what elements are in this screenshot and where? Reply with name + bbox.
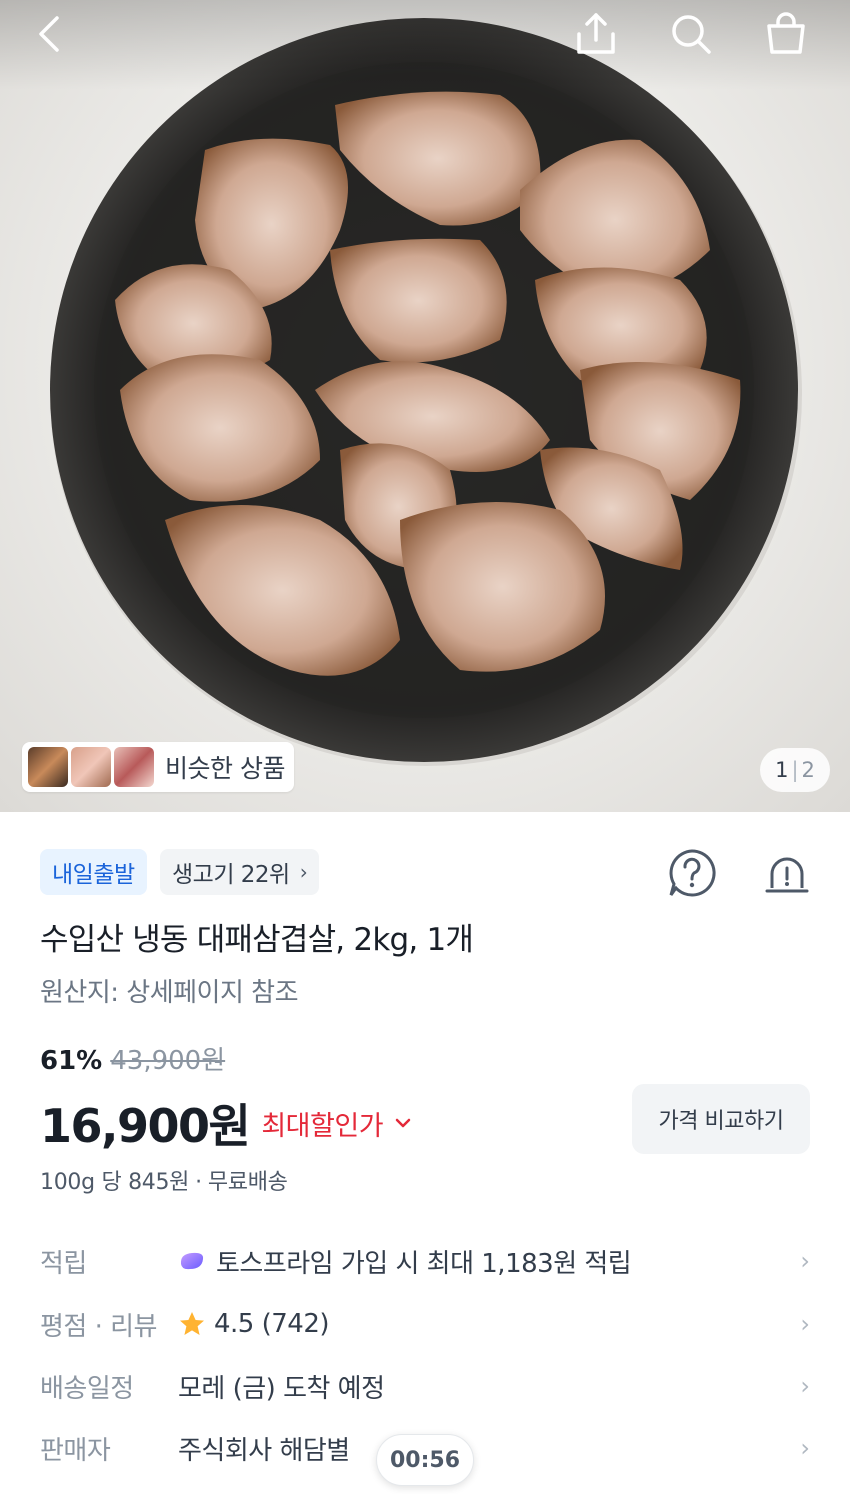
info-value: 주식회사 해담별 xyxy=(178,1435,350,1466)
separator-dot: · xyxy=(195,1170,202,1195)
info-key: 배송일정 xyxy=(40,1373,134,1404)
max-discount-label: 최대할인가 xyxy=(261,1110,384,1142)
delivery-badge-label: 내일출발 xyxy=(52,862,135,888)
alert-siren-icon xyxy=(765,857,809,893)
product-image-gallery[interactable]: 비슷한 상품 1 | 2 xyxy=(0,0,850,812)
discount-rate: 61% xyxy=(40,1046,103,1076)
unit-price: 100g 당 845원 xyxy=(40,1170,190,1195)
top-navigation-bar xyxy=(0,0,850,70)
chevron-left-icon xyxy=(39,16,59,52)
info-row-rating[interactable]: 평점 · 리뷰 4.5 (742) › xyxy=(40,1299,810,1349)
timer-badge[interactable]: 00:56 xyxy=(376,1434,474,1486)
total-pages: 2 xyxy=(801,758,815,782)
image-pager: 1 | 2 xyxy=(760,748,830,792)
info-key: 평점 · 리뷰 xyxy=(40,1311,157,1342)
chevron-right-icon: › xyxy=(800,1372,810,1400)
info-key: 판매자 xyxy=(40,1435,111,1466)
cart-button[interactable] xyxy=(760,8,812,60)
search-icon xyxy=(672,15,711,54)
share-button[interactable] xyxy=(570,8,622,60)
price-info: 16,900원 최대할인가 xyxy=(40,1090,411,1156)
similar-product-thumbnail xyxy=(71,747,111,787)
question-bubble-icon xyxy=(669,849,716,897)
similar-products-label: 비슷한 상품 xyxy=(165,754,285,783)
info-value: 4.5 (742) xyxy=(214,1309,330,1339)
price-compare-button[interactable]: 가격 비교하기 xyxy=(632,1084,810,1154)
pager-divider: | xyxy=(791,758,799,782)
unit-price-shipping: 100g 당 845원 · 무료배송 xyxy=(40,1164,288,1196)
star-icon xyxy=(180,1312,204,1335)
shopping-bag-icon xyxy=(767,12,805,54)
back-button[interactable] xyxy=(24,8,76,60)
toss-prime-icon xyxy=(180,1252,204,1270)
similar-products-button[interactable]: 비슷한 상품 xyxy=(22,742,294,792)
max-discount-toggle[interactable]: 최대할인가 xyxy=(261,1104,411,1143)
ranking-badge-label: 생고기 22위 xyxy=(172,862,290,888)
ranking-badge[interactable]: 생고기 22위 › xyxy=(160,849,320,895)
info-value: 모레 (금) 도착 예정 xyxy=(178,1373,385,1404)
info-row-points[interactable]: 적립 토스프라임 가입 시 최대 1,183원 적립 › xyxy=(40,1236,810,1286)
discount-info: 61% 43,900원 xyxy=(40,1040,225,1077)
chevron-down-icon xyxy=(395,1118,411,1128)
report-button[interactable] xyxy=(762,848,812,898)
product-origin: 원산지: 상세페이지 참조 xyxy=(40,978,299,1008)
info-key: 적립 xyxy=(40,1248,87,1279)
current-page: 1 xyxy=(775,758,789,782)
similar-product-thumbnail xyxy=(114,747,154,787)
chevron-right-icon: › xyxy=(800,1310,810,1338)
shipping-info: 무료배송 xyxy=(207,1170,288,1195)
chevron-right-icon: › xyxy=(800,1434,810,1462)
product-title: 수입산 냉동 대패삼겹살, 2kg, 1개 xyxy=(40,922,474,958)
search-button[interactable] xyxy=(665,8,717,60)
similar-product-thumbnail xyxy=(28,747,68,787)
info-value: 토스프라임 가입 시 최대 1,183원 적립 xyxy=(216,1248,632,1279)
product-photo xyxy=(0,0,850,766)
sale-price: 16,900원 xyxy=(40,1099,251,1153)
help-button[interactable] xyxy=(667,848,717,898)
chevron-right-icon: › xyxy=(299,860,308,884)
chevron-right-icon: › xyxy=(800,1247,810,1275)
info-row-delivery[interactable]: 배송일정 모레 (금) 도착 예정 › xyxy=(40,1361,810,1411)
original-price: 43,900원 xyxy=(110,1046,226,1076)
delivery-badge: 내일출발 xyxy=(40,849,147,895)
share-icon xyxy=(577,13,615,54)
